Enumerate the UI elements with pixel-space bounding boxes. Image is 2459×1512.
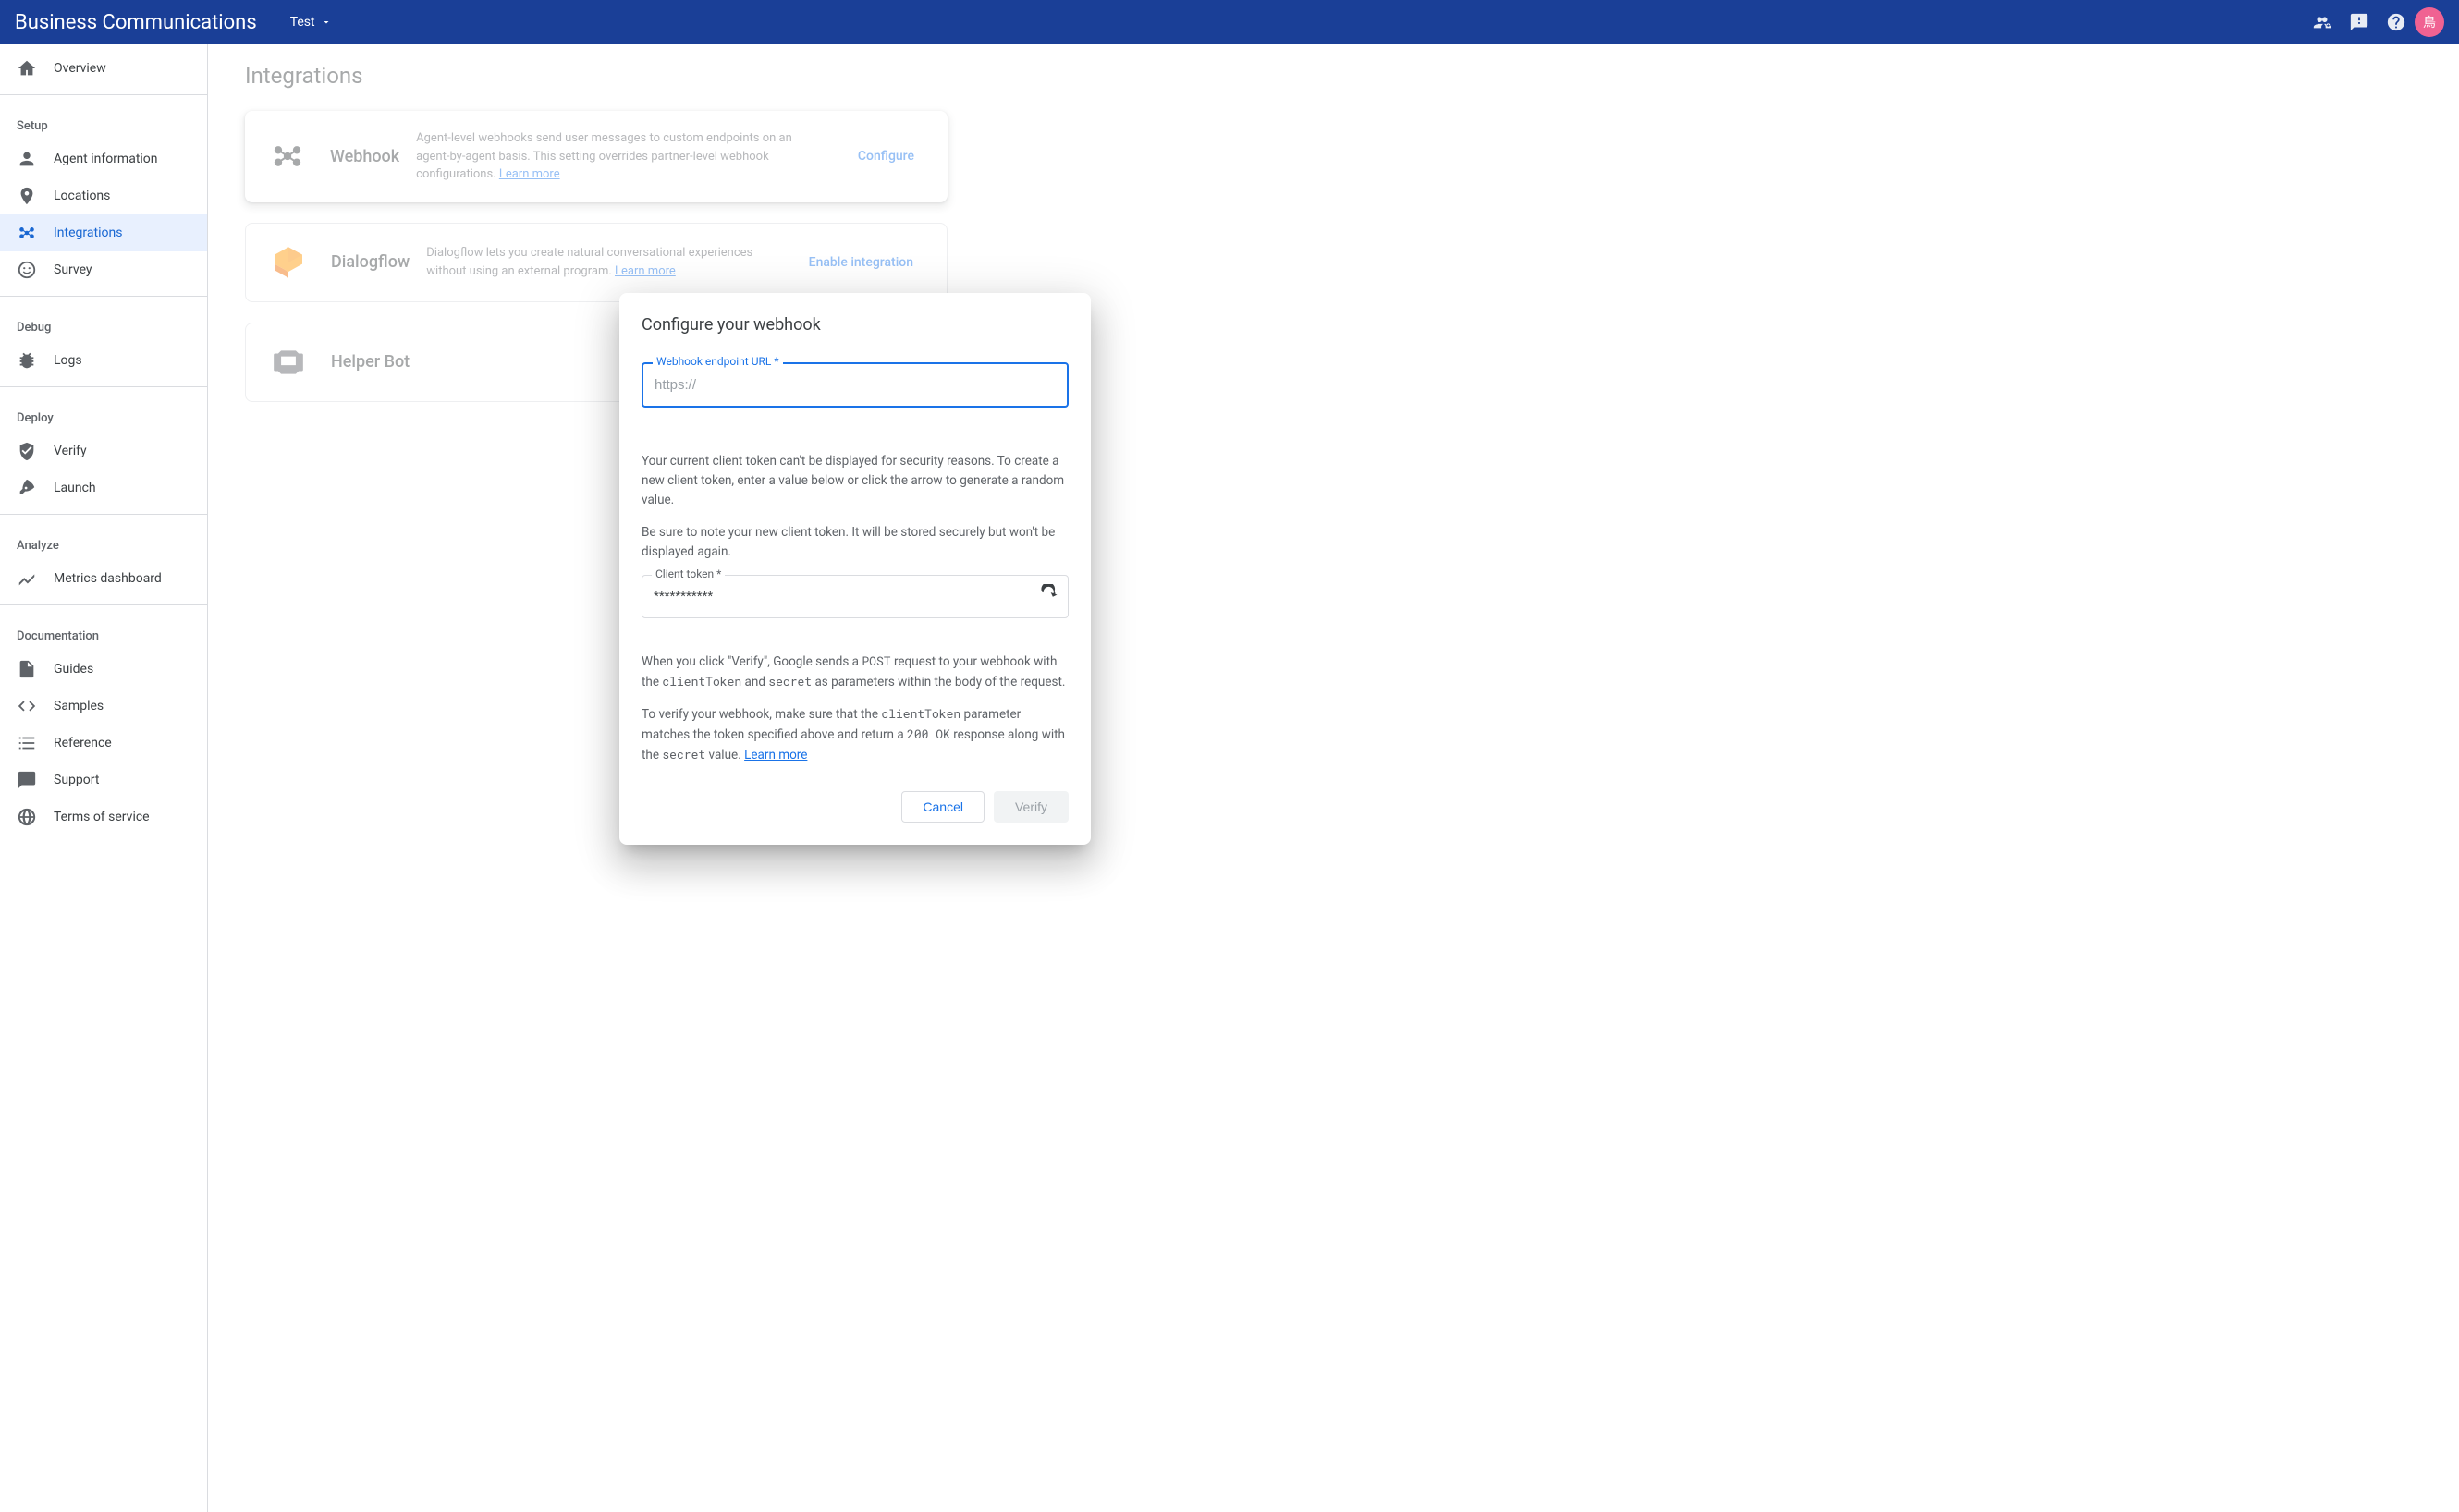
refresh-icon [1038, 584, 1058, 604]
section-debug: Debug [0, 304, 207, 342]
person-icon [17, 149, 37, 169]
main-content: Integrations Webhook Agent-level webhook… [208, 44, 2459, 1512]
sidebar-item-locations[interactable]: Locations [0, 177, 207, 214]
integrations-icon [17, 223, 37, 243]
code-icon [17, 696, 37, 716]
verify-info-1: When you click "Verify", Google sends a … [642, 652, 1069, 692]
sidebar-item-logs[interactable]: Logs [0, 342, 207, 379]
token-info-2: Be sure to note your new client token. I… [642, 523, 1069, 562]
verify-button[interactable]: Verify [994, 791, 1069, 823]
home-icon [17, 58, 37, 79]
topbar: Business Communications Test 鳥 [0, 0, 2459, 44]
sidebar-item-launch[interactable]: Launch [0, 469, 207, 506]
divider [0, 514, 207, 515]
share-icon[interactable] [2304, 4, 2341, 41]
regenerate-token-button[interactable] [1038, 584, 1058, 608]
agent-selector[interactable]: Test [283, 11, 339, 33]
agent-name: Test [290, 15, 315, 30]
globe-icon [17, 807, 37, 827]
modal-overlay [208, 44, 2459, 1512]
dialog-title: Configure your webhook [642, 315, 1069, 335]
nav-label: Survey [54, 262, 92, 277]
webhook-url-field[interactable]: Webhook endpoint URL * [642, 362, 1069, 408]
nav-label: Locations [54, 189, 110, 203]
sidebar-item-support[interactable]: Support [0, 762, 207, 799]
section-setup: Setup [0, 103, 207, 140]
shield-icon [17, 441, 37, 461]
sidebar-item-metrics[interactable]: Metrics dashboard [0, 560, 207, 597]
location-icon [17, 186, 37, 206]
rocket-icon [17, 478, 37, 498]
token-info-1: Your current client token can't be displ… [642, 452, 1069, 510]
cancel-button[interactable]: Cancel [901, 791, 985, 823]
section-deploy: Deploy [0, 395, 207, 433]
configure-webhook-dialog: Configure your webhook Webhook endpoint … [619, 293, 1091, 845]
sidebar-item-guides[interactable]: Guides [0, 651, 207, 688]
client-token-input[interactable] [642, 576, 1068, 617]
smiley-icon [17, 260, 37, 280]
nav-label: Logs [54, 353, 82, 368]
webhook-url-input[interactable] [643, 364, 1067, 406]
nav-label: Verify [54, 444, 87, 458]
nav-label: Metrics dashboard [54, 571, 162, 586]
nav-label: Terms of service [54, 810, 150, 824]
sidebar-item-tos[interactable]: Terms of service [0, 799, 207, 835]
sidebar-item-integrations[interactable]: Integrations [0, 214, 207, 251]
sidebar-item-agent-info[interactable]: Agent information [0, 140, 207, 177]
sidebar-item-survey[interactable]: Survey [0, 251, 207, 288]
field-label: Client token * [652, 567, 725, 580]
chart-icon [17, 568, 37, 589]
nav-label: Support [54, 773, 99, 787]
sidebar: Overview Setup Agent information Locatio… [0, 44, 208, 1512]
chat-icon [17, 770, 37, 790]
sidebar-item-verify[interactable]: Verify [0, 433, 207, 469]
product-name: Business Communications [15, 11, 257, 34]
dropdown-icon [321, 17, 332, 28]
divider [0, 296, 207, 297]
nav-label: Reference [54, 736, 112, 750]
user-avatar[interactable]: 鳥 [2415, 7, 2444, 37]
divider [0, 386, 207, 387]
document-icon [17, 659, 37, 679]
nav-label: Launch [54, 481, 96, 495]
learn-more-link[interactable]: Learn more [744, 748, 807, 762]
nav-label: Overview [54, 61, 106, 76]
nav-label: Guides [54, 662, 93, 677]
sidebar-item-reference[interactable]: Reference [0, 725, 207, 762]
divider [0, 604, 207, 605]
help-icon[interactable] [2378, 4, 2415, 41]
divider [0, 94, 207, 95]
bug-icon [17, 350, 37, 371]
nav-label: Agent information [54, 152, 158, 166]
feedback-icon[interactable] [2341, 4, 2378, 41]
client-token-field[interactable]: Client token * [642, 575, 1069, 618]
nav-label: Integrations [54, 226, 122, 240]
nav-label: Samples [54, 699, 104, 713]
section-documentation: Documentation [0, 613, 207, 651]
section-analyze: Analyze [0, 522, 207, 560]
field-label: Webhook endpoint URL * [653, 355, 783, 368]
list-icon [17, 733, 37, 753]
sidebar-item-samples[interactable]: Samples [0, 688, 207, 725]
verify-info-2: To verify your webhook, make sure that t… [642, 704, 1069, 765]
sidebar-item-overview[interactable]: Overview [0, 50, 207, 87]
